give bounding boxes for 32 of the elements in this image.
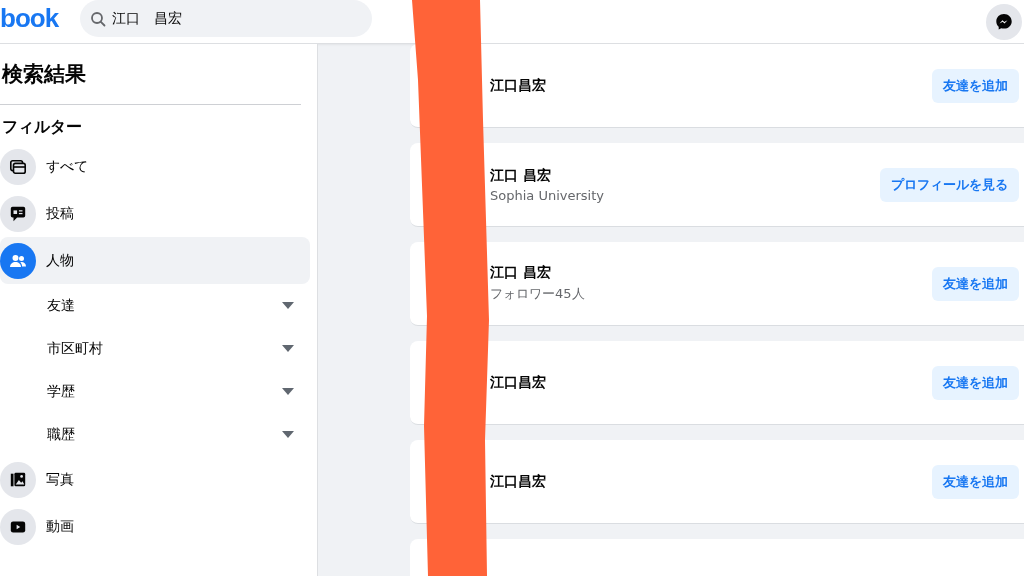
filter-dropdown[interactable]: 市区町村 (0, 327, 310, 370)
person-name[interactable]: 江口 昌宏 (490, 166, 880, 185)
messenger-button[interactable] (986, 3, 1022, 40)
caret-icon (282, 345, 294, 352)
page-title: 検索結果 (2, 61, 87, 88)
person-name[interactable]: 江口昌宏 (490, 373, 932, 392)
people-icon (0, 242, 36, 279)
messenger-icon (994, 11, 1014, 32)
caret-icon (282, 431, 294, 438)
filter-dropdown[interactable]: 友達 (0, 284, 310, 327)
caret-icon (282, 388, 294, 395)
action-button[interactable]: 友達を追加 (932, 266, 1019, 301)
action-button[interactable]: 友達を追加 (932, 68, 1019, 103)
filter-heading: フィルター (2, 116, 83, 138)
filter-item[interactable]: 投稿 (0, 190, 310, 237)
logo[interactable]: book (0, 3, 80, 40)
action-button[interactable]: プロフィールを見る (880, 167, 1019, 202)
person-name[interactable]: 江口昌宏 (490, 472, 932, 491)
action-button[interactable]: 友達を追加 (932, 365, 1019, 400)
action-button[interactable]: 友達を追加 (932, 464, 1019, 499)
person-name[interactable]: 江口 昌宏 (490, 264, 932, 282)
person-name[interactable]: 江口昌宏 (490, 76, 932, 95)
filter-item[interactable]: 動画 (0, 503, 310, 550)
search-field[interactable]: 江口 昌宏 (80, 0, 372, 37)
caret-icon (282, 302, 294, 309)
filter-item[interactable]: すべて (0, 143, 310, 190)
person-detail: Sophia University (490, 187, 605, 203)
person-detail: フォロワー45人 (490, 285, 586, 303)
filter-item[interactable]: 写真 (0, 456, 310, 503)
filter-dropdown[interactable]: 学歴 (0, 370, 310, 413)
filter-item[interactable]: 人物 (0, 237, 310, 284)
filter-dropdown[interactable]: 職歴 (0, 413, 310, 456)
